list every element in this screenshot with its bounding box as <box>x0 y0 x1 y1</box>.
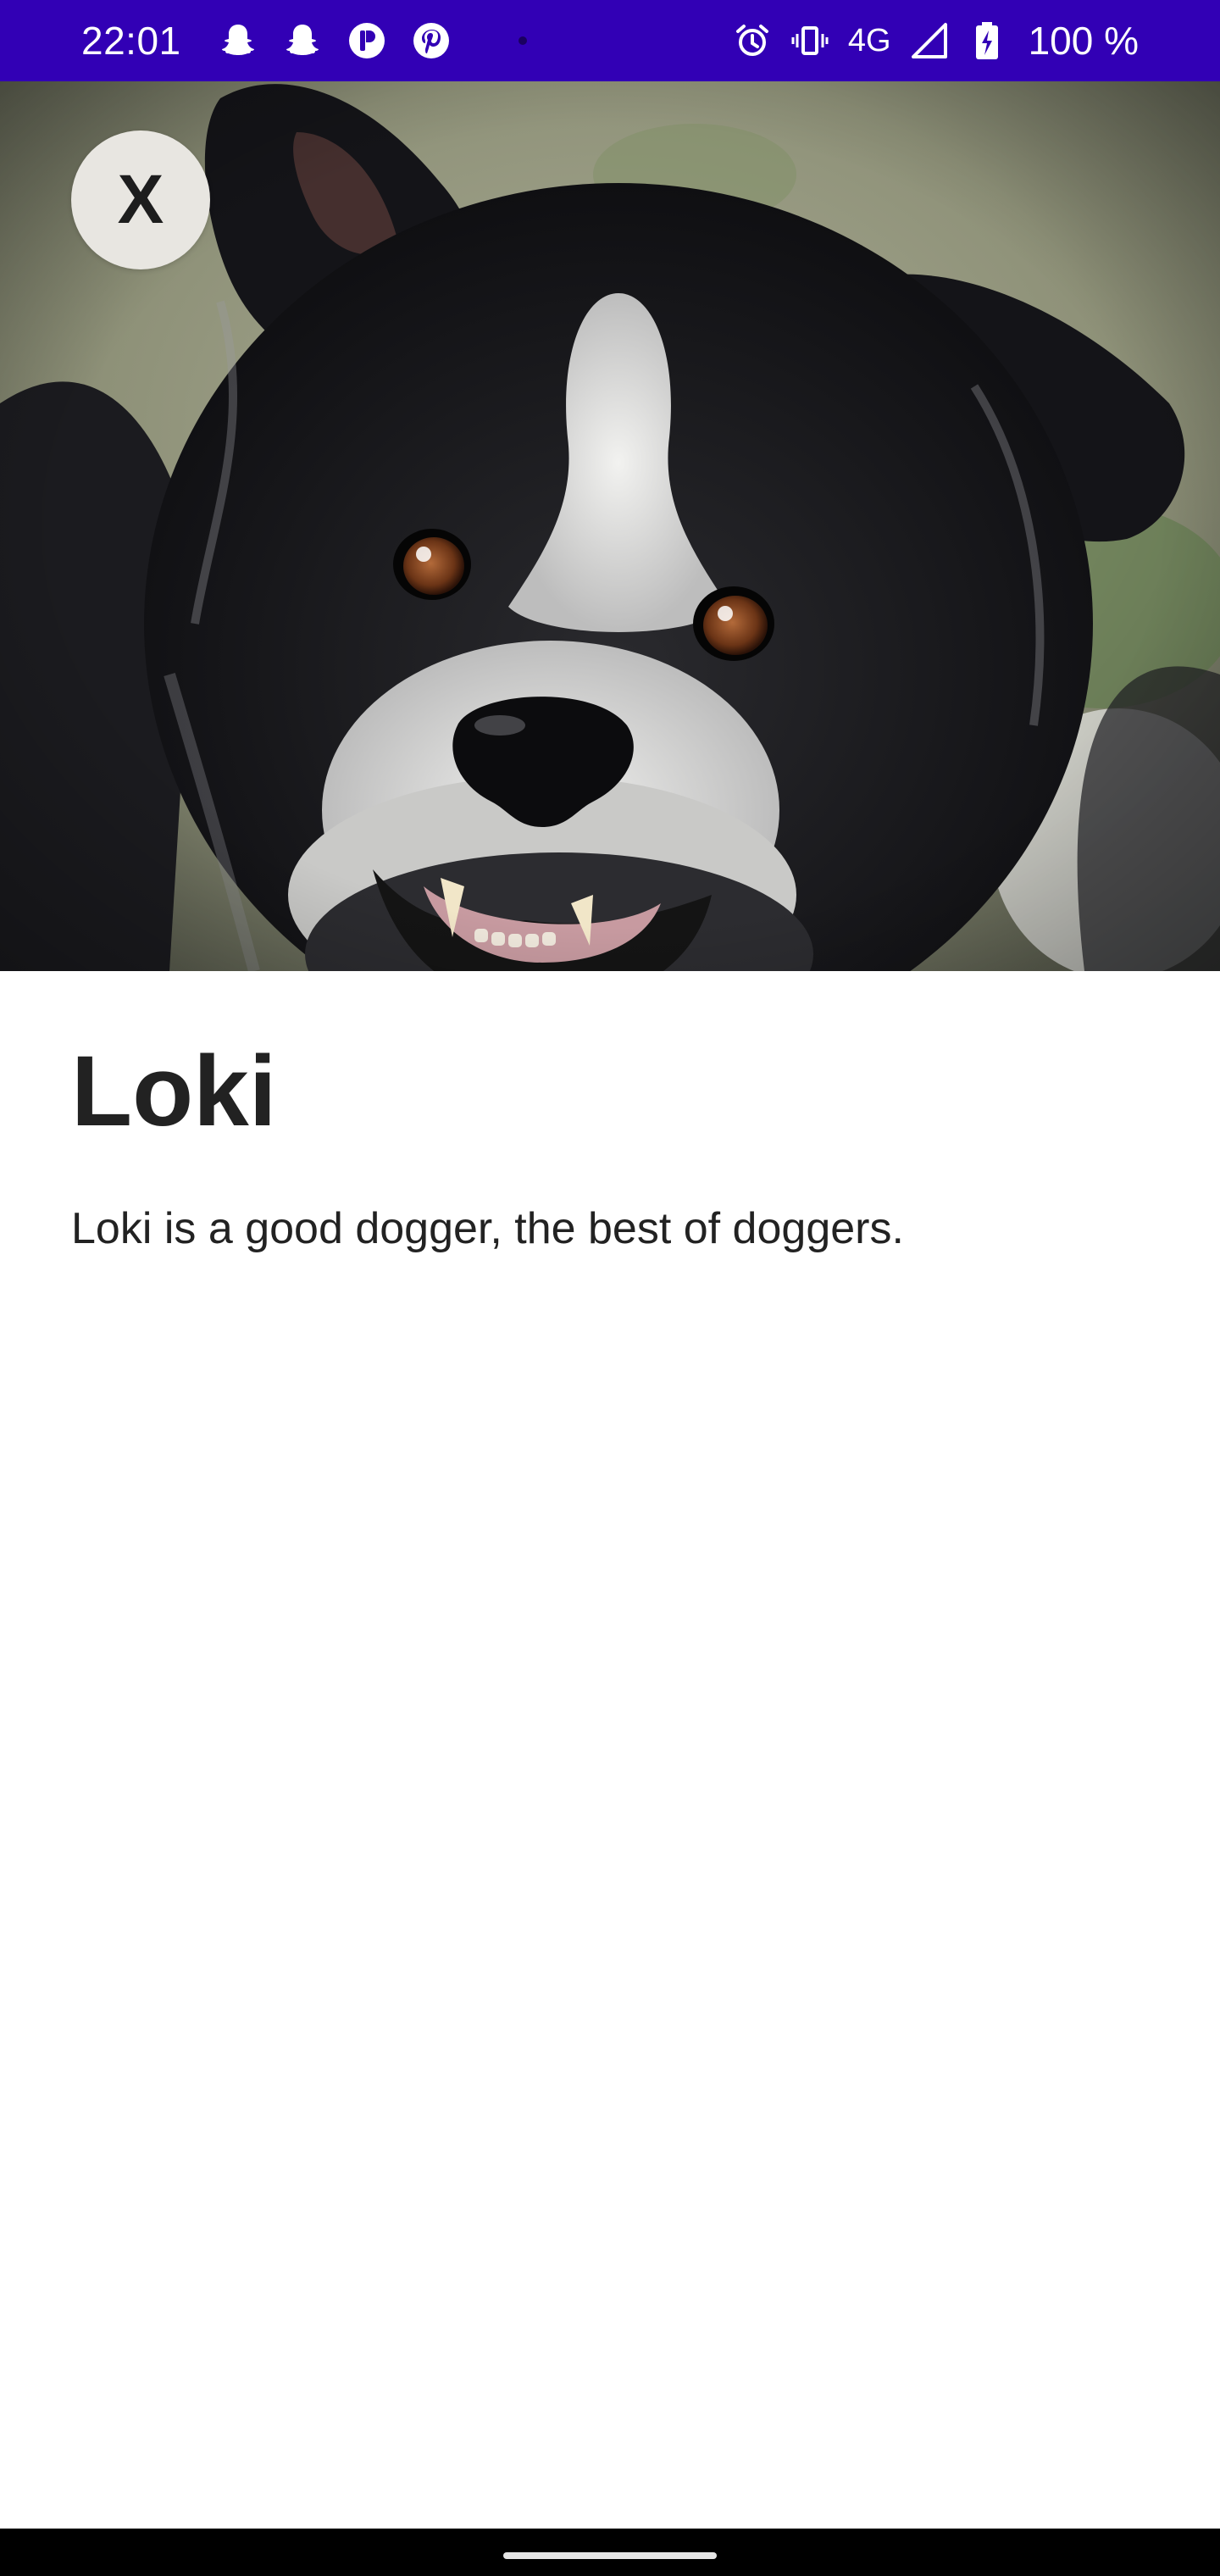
home-gesture-handle[interactable] <box>503 2552 717 2559</box>
signal-icon <box>910 21 949 60</box>
vibrate-icon <box>790 21 829 60</box>
status-time: 22:01 <box>81 19 181 63</box>
status-bar: 22:01 4G 100 % <box>0 0 1220 81</box>
battery-charging-icon <box>968 21 1006 60</box>
pinterest-icon <box>412 21 451 60</box>
snapchat-ghost-icon <box>219 21 258 60</box>
pet-detail-screen: 22:01 4G 100 % X Loki Loki is a good dog… <box>0 0 1220 2576</box>
battery-percent: 100 % <box>1028 19 1139 63</box>
status-bar-right: 4G 100 % <box>733 18 1139 64</box>
snapchat-ghost-icon <box>283 21 322 60</box>
app-p-icon <box>347 21 386 60</box>
close-button[interactable]: X <box>71 130 210 269</box>
navigation-bar <box>0 2529 1220 2576</box>
status-bar-left: 22:01 <box>81 18 733 64</box>
notification-dot-icon <box>518 36 527 45</box>
alarm-icon <box>733 21 772 60</box>
pet-name-title: Loki <box>71 1035 277 1147</box>
close-label: X <box>117 161 164 238</box>
network-type: 4G <box>847 22 891 58</box>
pet-description: Loki is a good dogger, the best of dogge… <box>71 1204 904 1253</box>
